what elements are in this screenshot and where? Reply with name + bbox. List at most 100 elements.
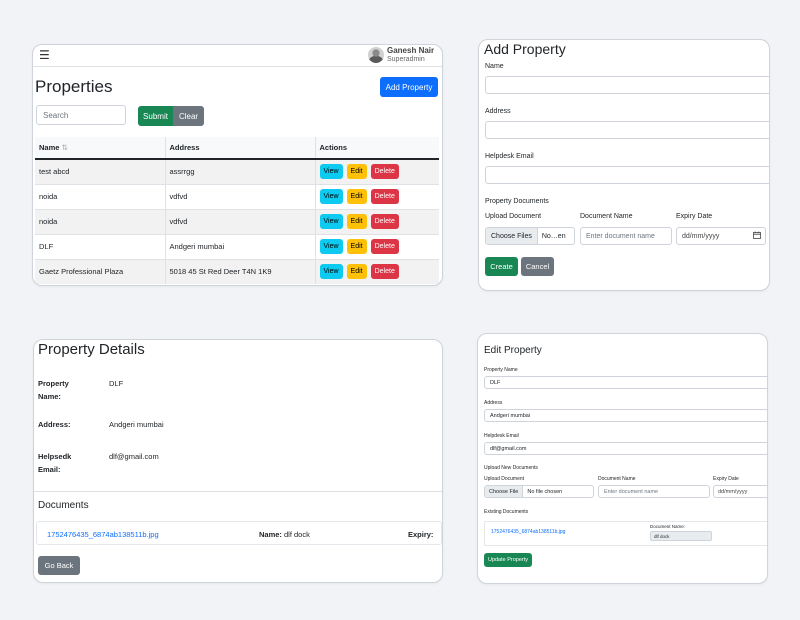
cell-name: noida [35, 183, 165, 209]
table-row: DLF Andgeri mumbai View Edit Delete [35, 233, 439, 259]
upload-new-documents-label: Upload New Documents [484, 465, 538, 471]
file-status: No…en [541, 232, 566, 240]
helpdesk-email-label: Helpdesk Email [485, 153, 534, 160]
helpdesk-email-label: Helpdesk Email [484, 433, 519, 439]
edit-button[interactable]: Edit [346, 189, 367, 204]
view-button[interactable]: View [319, 164, 343, 180]
helpdesk-email-field[interactable]: dlf@gmail.com [484, 442, 767, 455]
cell-name: DLF [35, 233, 165, 259]
submit-button[interactable]: Submit [138, 106, 173, 126]
edit-property-panel: Edit Property Property Name DLF Address … [477, 333, 768, 584]
calendar-icon[interactable] [753, 231, 761, 241]
delete-button[interactable]: Delete [370, 264, 399, 280]
document-link[interactable]: 1752476435_6874ab138511b.jpg [47, 530, 159, 539]
view-button[interactable]: View [319, 239, 343, 254]
top-navbar: ☰ Ganesh Nair Superadmin [33, 45, 442, 67]
table-row: test abcd assrrgg View Edit Delete [35, 158, 439, 184]
cell-address: 5018 45 St Red Deer T4N 1K9 [164, 258, 315, 284]
edit-button[interactable]: Edit [346, 214, 367, 229]
column-header-name[interactable]: Name ⇅ [35, 137, 165, 160]
property-details-panel: Property Details Property Name: DLF Addr… [33, 339, 443, 583]
create-button[interactable]: Create [485, 257, 518, 276]
view-button[interactable]: View [319, 189, 343, 204]
document-row: 1752476435_6874ab138511b.jpg Name: dlf d… [36, 521, 442, 545]
upload-document-label: Upload Document [484, 476, 525, 482]
hamburger-icon[interactable]: ☰ [39, 48, 50, 62]
properties-list-panel: ☰ Ganesh Nair Superadmin Properties Add … [32, 44, 443, 286]
table-row: noida vdfvd View Edit Delete [35, 208, 439, 234]
address-label: Address: [38, 420, 71, 429]
edit-button[interactable]: Edit [346, 264, 367, 280]
name-label: Name [485, 63, 504, 70]
expiry-date-field[interactable]: dd/mm/yyyy [676, 227, 766, 245]
helpdesk-email-value: dlf@gmail.com [109, 452, 159, 461]
choose-file-button[interactable]: Choose File [485, 486, 524, 497]
delete-button[interactable]: Delete [370, 239, 399, 254]
address-field[interactable]: Andgeri mumbai [484, 409, 767, 422]
date-placeholder: dd/mm/yyyy [682, 232, 720, 240]
document-name-value: dlf dock [284, 530, 310, 539]
go-back-button[interactable]: Go Back [38, 556, 80, 575]
address-label: Address [484, 400, 503, 406]
avatar[interactable] [368, 47, 384, 63]
file-input[interactable]: Choose File No file chosen [484, 485, 594, 498]
name-field[interactable] [485, 76, 769, 94]
search-input[interactable]: Search [36, 105, 126, 125]
view-button[interactable]: View [319, 214, 343, 229]
table-row: noida vdfvd View Edit Delete [35, 183, 439, 209]
delete-button[interactable]: Delete [370, 214, 399, 229]
cell-name: Gaetz Professional Plaza [35, 258, 165, 284]
document-name-field[interactable]: Enter document name [598, 485, 710, 498]
document-name-label: Document Name [580, 213, 633, 220]
add-property-panel: Add Property Name Address Helpdesk Email… [478, 39, 770, 291]
details-title: Property Details [38, 341, 145, 358]
view-button[interactable]: View [319, 264, 343, 280]
existing-document-link[interactable]: 1752476435_6874ab138511b.jpg [491, 529, 565, 535]
edit-button[interactable]: Edit [346, 239, 367, 254]
page-title: Properties [35, 77, 113, 96]
cell-address: vdfvd [164, 208, 315, 234]
existing-document-name-field[interactable]: dlf dock [650, 531, 712, 541]
user-role: Superadmin [387, 56, 425, 63]
cell-address: vdfvd [164, 183, 315, 209]
cell-name: test abcd [35, 158, 165, 184]
upload-document-label: Upload Document [485, 213, 542, 220]
address-value: Andgeri mumbai [109, 420, 164, 429]
update-property-button[interactable]: Update Property [484, 553, 532, 567]
delete-button[interactable]: Delete [370, 164, 399, 180]
document-name-label: Name: [259, 530, 282, 539]
choose-files-button[interactable]: Choose Files [486, 228, 538, 244]
existing-document-row: 1752476435_6874ab138511b.jpg Document Na… [484, 521, 767, 546]
cancel-button[interactable]: Cancel [521, 257, 554, 276]
clear-button[interactable]: Clear [173, 106, 204, 126]
expiry-label: Expiry: [408, 530, 434, 539]
delete-button[interactable]: Delete [370, 189, 399, 204]
cell-address: assrrgg [164, 158, 315, 184]
properties-table: Name ⇅ Address Actions test abcd assrrgg … [35, 137, 439, 284]
document-name-field[interactable]: Enter document name [580, 227, 672, 245]
property-name-field[interactable]: DLF [484, 376, 767, 389]
existing-documents-label: Existing Documents [484, 509, 529, 515]
table-row: Gaetz Professional Plaza 5018 45 St Red … [35, 258, 439, 284]
address-label: Address [485, 108, 511, 115]
expiry-date-field[interactable]: dd/mm/yyyy [713, 485, 767, 498]
edit-title: Edit Property [484, 345, 542, 356]
file-input[interactable]: Choose Files No…en [485, 227, 575, 245]
existing-document-name-label: Document Name: [650, 524, 686, 529]
divider [34, 491, 442, 492]
add-property-button[interactable]: Add Property [380, 77, 438, 97]
cell-name: noida [35, 208, 165, 234]
expiry-date-label: Expiry Date [713, 476, 739, 482]
sort-icon[interactable]: ⇅ [61, 143, 67, 152]
helpdesk-email-label: Helpsedk Email: [38, 452, 72, 474]
property-documents-label: Property Documents [485, 198, 549, 205]
property-name-label: Property Name: [38, 379, 69, 401]
edit-button[interactable]: Edit [346, 164, 367, 180]
property-name-value: DLF [109, 379, 124, 388]
documents-title: Documents [38, 500, 89, 511]
address-field[interactable] [485, 121, 769, 139]
property-name-label: Property Name [484, 367, 518, 373]
column-header-address: Address [164, 137, 315, 160]
helpdesk-email-field[interactable] [485, 166, 769, 184]
cell-address: Andgeri mumbai [164, 233, 315, 259]
